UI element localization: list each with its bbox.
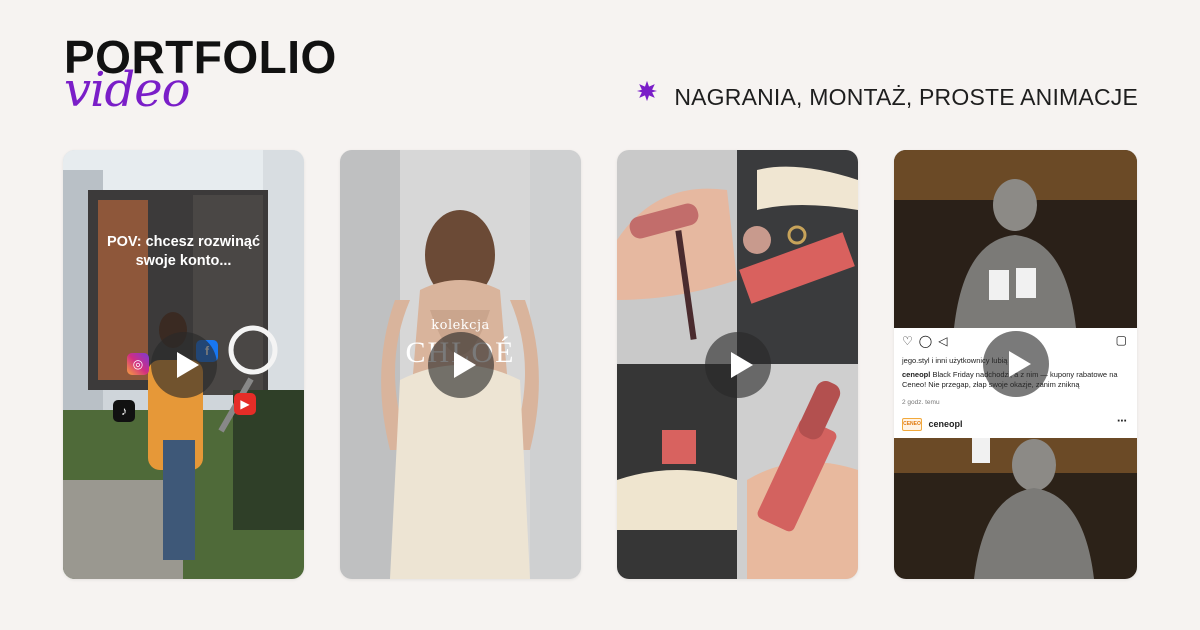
page-subtitle-script: video bbox=[64, 62, 190, 118]
instagram-action-icons[interactable]: ♡◯◁ bbox=[902, 334, 953, 348]
youtube-icon: ▶ bbox=[234, 393, 256, 415]
play-icon[interactable] bbox=[704, 331, 771, 398]
overlay-line-1: POV: chcesz rozwinąć bbox=[106, 234, 261, 250]
instagram-icon: ◎ bbox=[127, 353, 149, 375]
account-name: ceneopl bbox=[928, 418, 963, 429]
tagline-text: NAGRANIA, MONTAŻ, PROSTE ANIMACJE bbox=[674, 84, 1138, 110]
tiktok-icon: ♪ bbox=[113, 400, 135, 422]
account-row[interactable]: CENEO ceneopl bbox=[902, 418, 963, 431]
play-icon[interactable] bbox=[982, 331, 1049, 397]
video-card-2[interactable]: kolekcja CHLOÉ bbox=[340, 150, 581, 579]
more-options-icon[interactable]: ⋯ bbox=[1117, 416, 1127, 427]
play-icon[interactable] bbox=[427, 331, 494, 398]
video-card-4[interactable]: ♡◯◁ ▢ jego.styl i inni użytkownicy lubią… bbox=[894, 150, 1137, 579]
video-overlay-text: POV: chcesz rozwinąć swoje konto... bbox=[63, 233, 304, 271]
purple-star-icon bbox=[637, 80, 658, 101]
video-card-3[interactable] bbox=[617, 150, 858, 579]
caption-user: ceneopl bbox=[902, 370, 931, 379]
overlay-line-2: swoje konto... bbox=[135, 253, 232, 269]
tagline: NAGRANIA, MONTAŻ, PROSTE ANIMACJE bbox=[636, 80, 1138, 111]
play-icon[interactable] bbox=[150, 331, 217, 398]
video-card-1[interactable]: POV: chcesz rozwinąć swoje konto... ◎ f … bbox=[63, 150, 304, 579]
post-time: 2 godz. temu bbox=[902, 399, 940, 406]
ceneo-logo: CENEO bbox=[902, 418, 922, 431]
bookmark-icon[interactable]: ▢ bbox=[1116, 333, 1127, 347]
